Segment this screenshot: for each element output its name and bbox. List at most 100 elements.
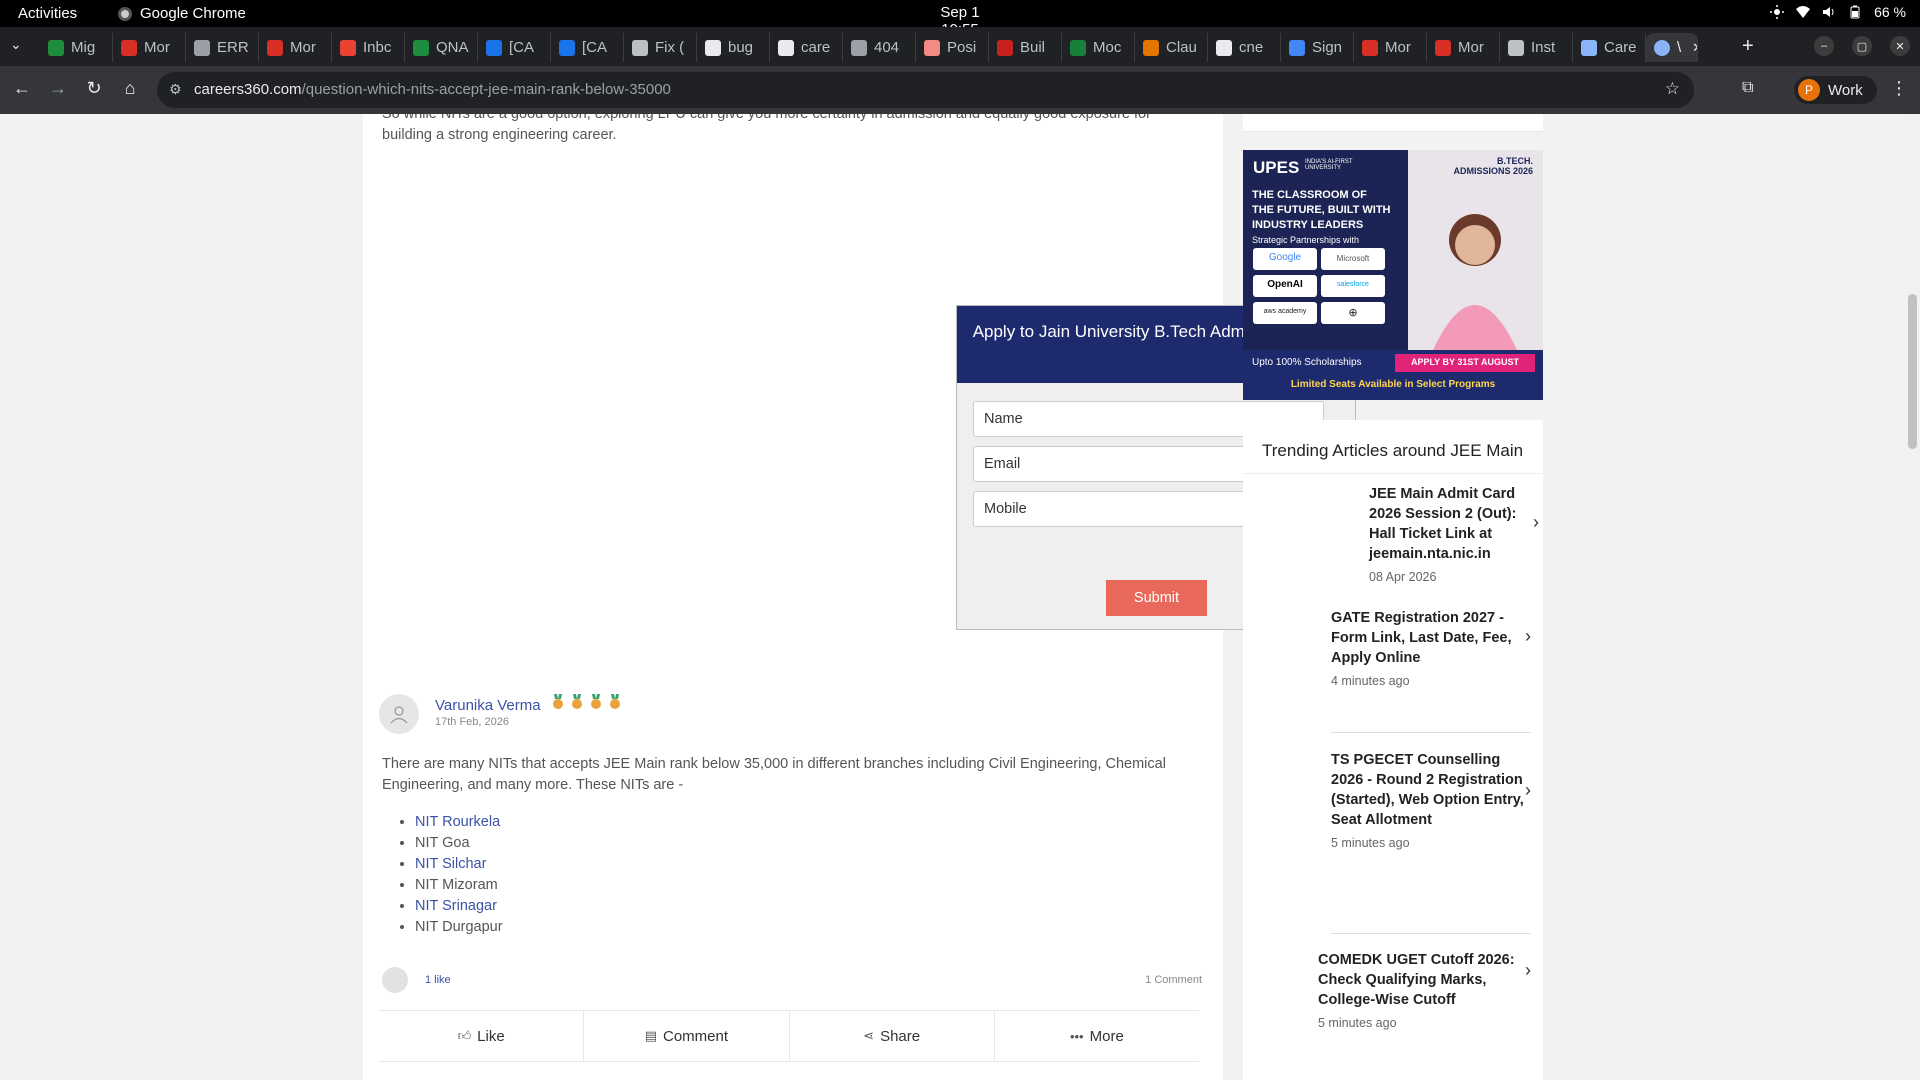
- ad-brand-tag: INDIA'S AI-FIRST UNIVERSITY: [1305, 159, 1353, 171]
- tab-list: Mig Mor ERR Mor Inbc QNA [CA [CA Fix (bug care 404…: [40, 33, 1698, 62]
- browser-tab[interactable]: Fix (: [624, 33, 697, 62]
- maximize-icon[interactable]: ▢: [1852, 36, 1872, 56]
- trending-item[interactable]: GATE Registration 2027 - Form Link, Last…: [1331, 608, 1531, 733]
- back-icon[interactable]: ←: [10, 78, 34, 99]
- thumbs-up-icon: 👍︎: [457, 1028, 472, 1043]
- url-text[interactable]: careers360.com/question-which-nits-accep…: [194, 81, 671, 98]
- browser-tab[interactable]: [CA: [478, 33, 551, 62]
- nit-link[interactable]: NIT Silchar: [415, 856, 486, 872]
- trending-item[interactable]: COMEDK UGET Cutoff 2026: Check Qualifyin…: [1318, 950, 1531, 1030]
- nit-link[interactable]: NIT Srinagar: [415, 898, 497, 914]
- close-window-icon[interactable]: ✕: [1890, 36, 1910, 56]
- nit-list-item[interactable]: NIT Rourkela: [415, 812, 503, 833]
- more-button[interactable]: •••More: [995, 1011, 1199, 1061]
- share-button[interactable]: ⋖Share: [790, 1011, 995, 1061]
- browser-tab[interactable]: Mor: [1354, 33, 1427, 62]
- address-bar[interactable]: ⚙ careers360.com/question-which-nits-acc…: [157, 72, 1694, 108]
- tab-label: Buil: [1020, 39, 1046, 56]
- page-scrollbar[interactable]: [1905, 114, 1920, 1080]
- app-menu[interactable]: Google Chrome: [118, 5, 246, 22]
- submit-button[interactable]: Submit: [1106, 580, 1207, 616]
- share-icon: ⋖: [863, 1028, 875, 1043]
- chrome-menu-icon[interactable]: ⋮: [1890, 78, 1908, 99]
- tab-favicon-icon: [48, 39, 64, 56]
- battery-icon: [1850, 5, 1860, 19]
- tab-favicon-icon: [851, 39, 867, 56]
- browser-tab[interactable]: Mor: [113, 33, 186, 62]
- extensions-icon[interactable]: ⧉: [1742, 79, 1753, 97]
- comments-count[interactable]: 1 Comment: [1145, 974, 1202, 986]
- browser-tab[interactable]: 404: [843, 33, 916, 62]
- browser-tab[interactable]: Posi: [916, 33, 989, 62]
- tab-label: [CA: [582, 39, 608, 56]
- author-avatar[interactable]: [379, 694, 419, 734]
- new-tab-button[interactable]: +: [1742, 35, 1754, 58]
- trending-heading: Trending Articles around JEE Main: [1243, 420, 1543, 474]
- browser-tab[interactable]: Clau: [1135, 33, 1208, 62]
- nit-list-item: NIT Mizoram: [415, 875, 503, 896]
- browser-tab[interactable]: cne: [1208, 33, 1281, 62]
- tab-favicon-icon: [632, 39, 648, 56]
- home-icon[interactable]: ⌂: [118, 78, 142, 99]
- ad-headline: THE CLASSROOM OF THE FUTURE, BUILT WITH IN…: [1252, 189, 1391, 231]
- browser-tab[interactable]: Care: [1573, 33, 1646, 62]
- tab-label: Sign: [1312, 39, 1343, 56]
- browser-tab[interactable]: ERR: [186, 33, 259, 62]
- browser-tab[interactable]: Moc: [1062, 33, 1135, 62]
- browser-tab[interactable]: Inst: [1500, 33, 1573, 62]
- tab-label: [CA: [509, 39, 535, 56]
- minimize-icon[interactable]: –: [1814, 36, 1834, 56]
- nit-link[interactable]: NIT Rourkela: [415, 814, 500, 830]
- scrollbar-thumb[interactable]: [1908, 294, 1917, 449]
- tab-label: care: [801, 39, 831, 56]
- upes-ad-banner[interactable]: UPES INDIA'S AI-FIRST UNIVERSITY B.TECH.…: [1243, 150, 1543, 400]
- partner-salesforce: salesforce: [1337, 281, 1369, 288]
- browser-tab[interactable]: Mor: [259, 33, 332, 62]
- browser-tab[interactable]: [CA: [551, 33, 624, 62]
- profile-button[interactable]: P Work: [1794, 76, 1877, 104]
- chevron-right-icon: ›: [1525, 626, 1531, 646]
- nit-list-item[interactable]: NIT Srinagar: [415, 896, 503, 917]
- tab-favicon-icon: [997, 39, 1013, 56]
- trending-item[interactable]: TS PGECET Counselling 2026 - Round 2 Reg…: [1331, 750, 1531, 934]
- browser-tab[interactable]: Mor: [1427, 33, 1500, 62]
- browser-tab[interactable]: care: [770, 33, 843, 62]
- tab-label: Mor: [290, 39, 316, 56]
- nit-list-item[interactable]: NIT Silchar: [415, 854, 503, 875]
- liker-avatar[interactable]: [382, 967, 408, 993]
- reload-icon[interactable]: ↻: [82, 78, 106, 99]
- more-dots-icon: •••: [1069, 1028, 1084, 1044]
- tab-search-icon[interactable]: ⌄: [10, 36, 22, 53]
- tab-favicon-icon: [1435, 39, 1451, 56]
- close-tab-icon[interactable]: ✕: [1692, 40, 1697, 56]
- browser-tab-active[interactable]: \✕: [1646, 33, 1698, 62]
- system-top-bar: Activities Google Chrome Sep 1 10:55 66 …: [0, 0, 1920, 38]
- bookmark-star-icon[interactable]: ☆: [1665, 79, 1680, 99]
- nit-name: NIT Goa: [415, 835, 470, 851]
- browser-tab[interactable]: Mig: [40, 33, 113, 62]
- browser-tab[interactable]: Inbc: [332, 33, 405, 62]
- author-name[interactable]: Varunika Verma: [435, 697, 541, 714]
- forward-icon[interactable]: →: [46, 78, 70, 99]
- like-button[interactable]: 👍︎Like: [379, 1011, 585, 1061]
- browser-tab[interactable]: Buil: [989, 33, 1062, 62]
- medal-icon: [572, 694, 583, 709]
- sidebar-widget-remnant: [1243, 114, 1543, 132]
- tab-favicon-icon: [705, 39, 721, 56]
- likes-count[interactable]: 1 like: [425, 974, 451, 986]
- tab-favicon-icon: [267, 39, 283, 56]
- comment-button[interactable]: ▤Comment: [584, 1011, 790, 1061]
- browser-toolbar: ← → ↻ ⌂ ⚙ careers360.com/question-which-…: [0, 66, 1920, 114]
- site-info-icon[interactable]: ⚙: [169, 81, 182, 98]
- browser-tab[interactable]: Sign: [1281, 33, 1354, 62]
- tab-favicon-icon: [486, 39, 502, 56]
- browser-tab[interactable]: bug: [697, 33, 770, 62]
- ad-limited-seats: Limited Seats Available in Select Progra…: [1290, 379, 1496, 390]
- activities-button[interactable]: Activities: [18, 5, 77, 22]
- browser-tab[interactable]: QNA: [405, 33, 478, 62]
- trending-item[interactable]: JEE Main Admit Card 2026 Session 2 (Out)…: [1369, 484, 1539, 584]
- answer-date: 17th Feb, 2026: [435, 716, 510, 728]
- trending-articles: Trending Articles around JEE Main JEE Ma…: [1243, 420, 1543, 1080]
- system-tray[interactable]: 66 %: [1770, 4, 1906, 20]
- chevron-right-icon: ›: [1525, 780, 1531, 800]
